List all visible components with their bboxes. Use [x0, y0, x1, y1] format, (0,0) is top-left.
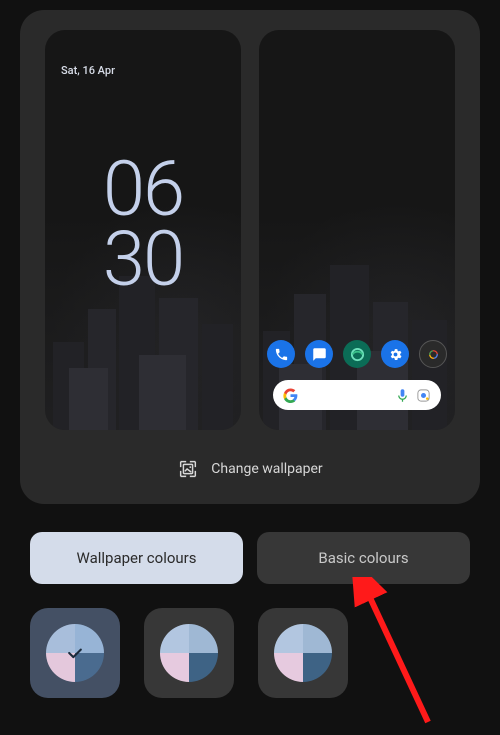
- colour-source-tabs: Wallpaper colours Basic colours: [30, 532, 470, 584]
- colour-swatch[interactable]: [30, 608, 120, 698]
- lockscreen-date: Sat, 16 Apr: [61, 64, 115, 77]
- wallpaper-icon: [177, 458, 199, 480]
- change-wallpaper-button[interactable]: Change wallpaper: [34, 458, 466, 480]
- colour-swatches-row: [30, 608, 470, 698]
- preview-card: Sat, 16 Apr 06 30: [20, 10, 480, 504]
- colour-swatch[interactable]: [144, 608, 234, 698]
- browser-edge-app-icon: [343, 340, 371, 368]
- messages-app-icon: [305, 340, 333, 368]
- change-wallpaper-label: Change wallpaper: [211, 461, 322, 477]
- colour-pie-icon: [274, 624, 332, 682]
- clock-minutes: 30: [45, 225, 241, 295]
- tab-label: Basic colours: [318, 549, 408, 567]
- lockscreen-clock: 06 30: [45, 155, 241, 295]
- tab-basic-colours[interactable]: Basic colours: [257, 532, 470, 584]
- lens-icon: [416, 388, 431, 403]
- lockscreen-preview[interactable]: Sat, 16 Apr 06 30: [45, 30, 241, 430]
- camera-app-icon: [419, 340, 447, 368]
- phone-app-icon: [267, 340, 295, 368]
- tab-wallpaper-colours[interactable]: Wallpaper colours: [30, 532, 243, 584]
- tab-label: Wallpaper colours: [77, 549, 197, 567]
- settings-app-icon: [381, 340, 409, 368]
- check-icon: [65, 643, 85, 663]
- colour-pie-icon: [160, 624, 218, 682]
- preview-row: Sat, 16 Apr 06 30: [34, 30, 466, 430]
- mic-icon: [395, 388, 410, 403]
- homescreen-preview[interactable]: [259, 30, 455, 430]
- app-dock: [259, 340, 455, 368]
- search-bar: [273, 380, 441, 410]
- colour-swatch[interactable]: [258, 608, 348, 698]
- google-logo-icon: [283, 388, 298, 403]
